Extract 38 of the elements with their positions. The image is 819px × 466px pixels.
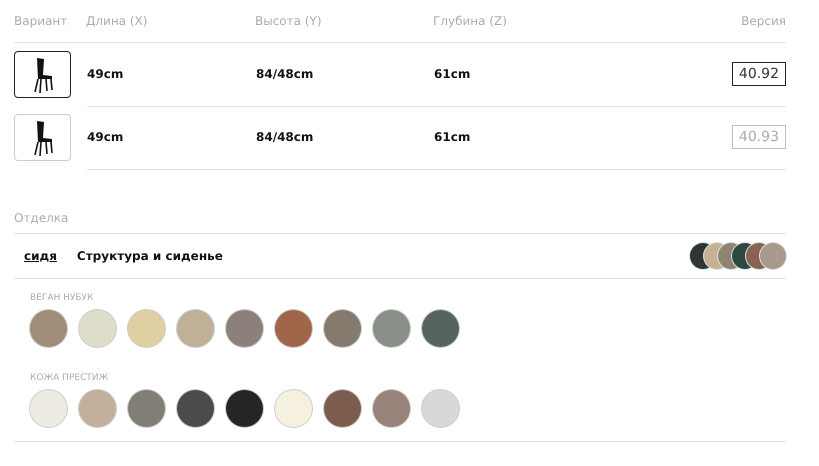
table-cell-text: 49cm (87, 130, 124, 144)
material-label: КОЖА ПРЕСТИЖ (30, 373, 110, 383)
column-header: Версия (740, 14, 786, 28)
version-option[interactable]: 40.92 (732, 62, 786, 86)
finish-tab[interactable]: сидя (24, 249, 57, 263)
variant-thumbnail[interactable] (14, 51, 71, 98)
section-title: Отделка (14, 211, 786, 234)
color-swatch[interactable] (422, 310, 459, 347)
color-swatch[interactable] (373, 390, 410, 427)
color-swatch[interactable] (79, 390, 116, 427)
chair-icon (32, 56, 54, 92)
color-swatch[interactable] (128, 310, 165, 347)
table-cell-text: 84/48cm (256, 130, 314, 144)
column-header: Длина (X) (86, 14, 148, 28)
color-swatch[interactable] (324, 310, 361, 347)
color-swatch[interactable] (226, 390, 263, 427)
color-swatch[interactable] (422, 390, 459, 427)
table-cell-text: 61cm (434, 130, 472, 144)
color-swatch[interactable] (79, 310, 116, 347)
color-swatch[interactable] (275, 310, 312, 347)
column-header: Высота (Y) (255, 14, 322, 28)
color-swatch[interactable] (373, 310, 410, 347)
column-header: Вариант (14, 14, 68, 28)
color-swatch[interactable] (30, 390, 67, 427)
color-swatch[interactable] (30, 310, 67, 347)
color-swatch[interactable] (324, 390, 361, 427)
table-cell-text: 61cm (434, 67, 472, 81)
column-header: Глубина (Z) (433, 14, 508, 28)
color-swatch[interactable] (128, 390, 165, 427)
table-cell-text: 84/48cm (256, 67, 314, 81)
color-swatch[interactable] (275, 390, 312, 427)
table-cell-text: 49cm (87, 67, 124, 81)
color-swatch[interactable] (226, 310, 263, 347)
color-swatch[interactable] (177, 390, 214, 427)
finish-tab[interactable]: Структура и сиденье (76, 249, 223, 263)
color-swatch[interactable] (177, 310, 214, 347)
material-label: ВЕГАН НУБУК (30, 293, 94, 303)
chair-icon (32, 120, 54, 156)
